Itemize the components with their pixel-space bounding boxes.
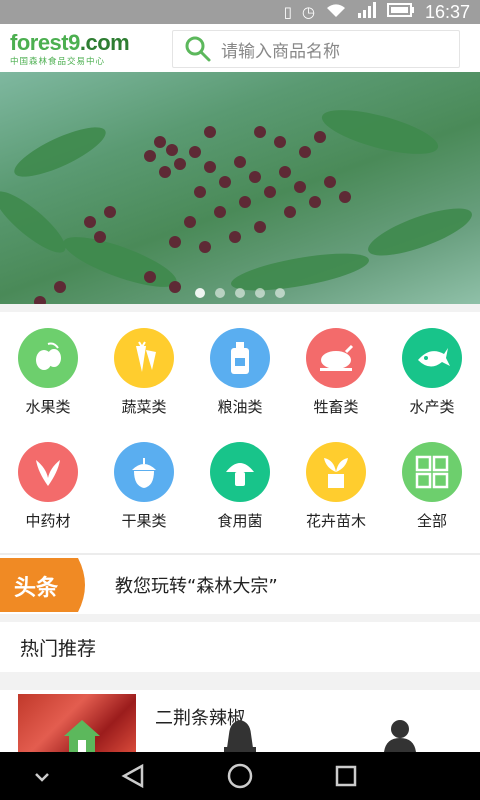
- category-label: 粮油类: [217, 398, 263, 416]
- category-livestock[interactable]: 牲畜类: [288, 312, 384, 422]
- category-label: 干果类: [121, 512, 167, 530]
- carousel-dot[interactable]: [255, 288, 265, 298]
- category-mushroom[interactable]: 食用菌: [192, 426, 288, 536]
- carousel-indicator: [195, 288, 285, 298]
- back-triangle-icon: [121, 763, 144, 789]
- tab-notifications[interactable]: [220, 718, 260, 752]
- grid-icon: [402, 442, 462, 502]
- category-herb[interactable]: 中药材: [0, 426, 96, 536]
- banner-carousel[interactable]: [0, 72, 480, 304]
- header: forest9.com 中国森林食品交易中心 请输入商品名称: [0, 24, 480, 72]
- category-label: 水产类: [409, 398, 455, 416]
- roast-chicken-icon: [306, 328, 366, 388]
- banner-image: [0, 110, 472, 304]
- divider: [0, 304, 480, 312]
- user-icon: [384, 720, 416, 752]
- alarm-icon: ◷: [301, 3, 315, 21]
- category-label: 牲畜类: [313, 398, 359, 416]
- category-flowers-seedlings[interactable]: 花卉苗木: [288, 426, 384, 536]
- search-input[interactable]: 请输入商品名称: [172, 30, 460, 68]
- vibrate-icon: ▯: [283, 3, 292, 21]
- section-title: 热门推荐: [20, 638, 97, 660]
- headline-bar[interactable]: 头条 教您玩转“森林大宗”: [0, 556, 480, 614]
- home-button[interactable]: [222, 760, 258, 792]
- fruit-icon: [18, 328, 78, 388]
- signal-icon: [357, 2, 377, 22]
- category-aquatic[interactable]: 水产类: [384, 312, 480, 422]
- system-nav-bar: [0, 752, 480, 800]
- home-circle-icon: [227, 763, 253, 789]
- tab-profile[interactable]: [380, 718, 420, 752]
- herb-icon: [18, 442, 78, 502]
- category-grain-oil[interactable]: 粮油类: [192, 312, 288, 422]
- category-fruit[interactable]: 水果类: [0, 312, 96, 422]
- bell-icon: [224, 720, 256, 752]
- status-time: 16:37: [424, 1, 470, 22]
- search-placeholder: 请输入商品名称: [221, 41, 340, 62]
- headline-badge-text: 头条: [14, 576, 59, 601]
- acorn-icon: [114, 442, 174, 502]
- recents-button[interactable]: [328, 760, 364, 792]
- chevron-down-icon: [35, 773, 49, 782]
- carousel-dot[interactable]: [275, 288, 285, 298]
- hide-keyboard-button[interactable]: [24, 760, 60, 792]
- status-bar: ▯ ◷ 16:37: [0, 0, 480, 24]
- divider: [0, 614, 480, 622]
- hot-recommend-header: 热门推荐: [0, 622, 480, 672]
- wifi-icon: [325, 2, 347, 22]
- category-label: 全部: [416, 512, 447, 530]
- category-dried-fruit[interactable]: 干果类: [96, 426, 192, 536]
- vegetable-icon: [114, 328, 174, 388]
- category-label: 蔬菜类: [121, 398, 167, 416]
- recents-square-icon: [335, 765, 357, 787]
- headline-text[interactable]: 教您玩转“森林大宗”: [115, 572, 278, 598]
- tab-home[interactable]: [62, 718, 102, 752]
- home-icon: [64, 720, 100, 752]
- category-label: 水果类: [25, 398, 71, 416]
- headline-badge: 头条: [0, 558, 92, 612]
- carousel-dot[interactable]: [215, 288, 225, 298]
- category-grid: 水果类 蔬菜类 粮油类 牲畜类 水产类 中药材 干果类 食用菌 花卉苗木 全部: [0, 312, 480, 552]
- logo[interactable]: forest9.com 中国森林食品交易中心: [0, 24, 160, 72]
- battery-icon: [386, 2, 415, 22]
- divider: [0, 553, 480, 555]
- category-all[interactable]: 全部: [384, 426, 480, 536]
- mushroom-icon: [210, 442, 270, 502]
- category-label: 花卉苗木: [305, 512, 366, 530]
- category-label: 食用菌: [217, 512, 263, 530]
- bottom-tab-bar: [0, 718, 480, 752]
- fish-icon: [402, 328, 462, 388]
- oil-bottle-icon: [210, 328, 270, 388]
- divider: [0, 672, 480, 690]
- logo-subtitle: 中国森林食品交易中心: [10, 57, 106, 67]
- carousel-dot[interactable]: [195, 288, 205, 298]
- carousel-dot[interactable]: [235, 288, 245, 298]
- back-button[interactable]: [116, 760, 152, 792]
- seedling-icon: [306, 442, 366, 502]
- category-label: 中药材: [25, 512, 71, 530]
- search-icon: [185, 36, 211, 62]
- logo-text: forest9.com: [10, 30, 130, 55]
- category-vegetable[interactable]: 蔬菜类: [96, 312, 192, 422]
